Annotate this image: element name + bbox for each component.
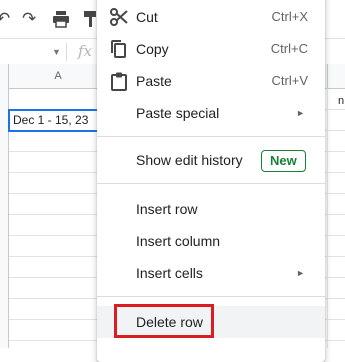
copy-icon: [109, 39, 129, 59]
annotation-highlight-box: [114, 304, 214, 338]
submenu-arrow-icon: ►: [296, 108, 305, 118]
menu-item-insert-row[interactable]: Insert row: [97, 193, 325, 225]
fx-icon: fx: [78, 42, 93, 60]
grid-column-line: [327, 88, 328, 348]
menu-item-copy[interactable]: Copy Ctrl+C: [97, 33, 325, 65]
menu-divider: [97, 183, 325, 184]
name-box-dropdown-icon[interactable]: ▼: [52, 47, 61, 57]
column-header-a[interactable]: A: [9, 64, 108, 88]
menu-item-label: Paste special: [136, 105, 220, 121]
selected-cell-a2[interactable]: Dec 1 - 15, 23: [8, 109, 107, 132]
scissors-icon: [109, 7, 129, 27]
column-header-next[interactable]: [327, 64, 345, 88]
menu-item-cut[interactable]: Cut Ctrl+X: [97, 1, 325, 33]
menu-divider: [97, 296, 325, 297]
menu-divider: [97, 136, 325, 137]
new-badge: New: [261, 150, 306, 172]
select-all-corner[interactable]: [0, 64, 9, 88]
print-icon[interactable]: [52, 10, 70, 32]
paint-format-icon[interactable]: [84, 10, 98, 32]
redo-icon[interactable]: ↷: [22, 10, 36, 28]
menu-item-label: Insert column: [136, 233, 221, 249]
menu-item-label: Insert cells: [136, 265, 203, 281]
formula-bar-divider: [66, 43, 67, 61]
shortcut-hint: Ctrl+V: [271, 73, 308, 88]
menu-item-paste[interactable]: Paste Ctrl+V: [97, 65, 325, 97]
menu-item-show-edit-history[interactable]: Show edit history New: [97, 144, 325, 176]
menu-item-label: Cut: [136, 9, 158, 25]
menu-item-paste-special[interactable]: Paste special ►: [97, 97, 325, 129]
menu-item-insert-cells[interactable]: Insert cells ►: [97, 257, 325, 289]
undo-icon[interactable]: ↶: [0, 10, 10, 28]
shortcut-hint: Ctrl+C: [270, 41, 308, 56]
menu-item-label: Copy: [136, 41, 169, 57]
cell-text-fragment: n: [338, 95, 345, 107]
menu-item-insert-column[interactable]: Insert column: [97, 225, 325, 257]
menu-item-label: Show edit history: [136, 152, 243, 168]
clipboard-icon: [109, 71, 129, 91]
menu-item-label: Paste: [136, 73, 172, 89]
shortcut-hint: Ctrl+X: [271, 9, 308, 24]
menu-item-label: Insert row: [136, 201, 198, 217]
submenu-arrow-icon: ►: [296, 268, 305, 278]
